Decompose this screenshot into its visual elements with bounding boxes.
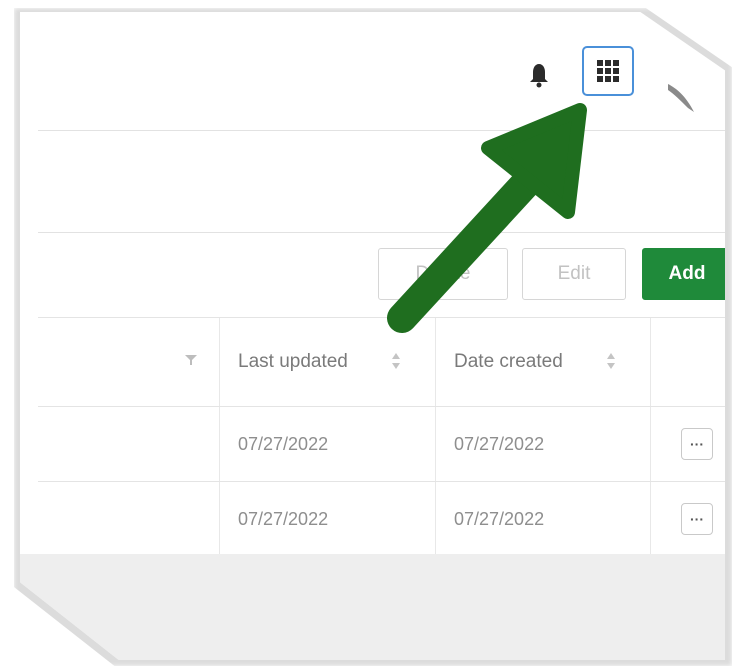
app-panel: Delete Edit Add Last updated Date create…	[20, 12, 725, 660]
more-options-button[interactable]: ···	[681, 503, 713, 535]
screenshot-canvas: Delete Edit Add Last updated Date create…	[0, 0, 741, 672]
column-header-last-updated[interactable]: Last updated	[219, 318, 435, 406]
filter-icon[interactable]	[185, 354, 197, 366]
empty-footer-area	[20, 554, 725, 660]
name-cell	[38, 407, 219, 481]
table-row[interactable]: 07/27/2022 07/27/2022 ···	[38, 407, 725, 482]
data-table: Last updated Date created 07/27/2022 07/…	[38, 317, 725, 557]
top-bar	[20, 12, 725, 130]
add-button[interactable]: Add	[642, 248, 725, 300]
more-options-button[interactable]: ···	[681, 428, 713, 460]
date-created-cell: 07/27/2022	[435, 482, 650, 556]
date-created-cell: 07/27/2022	[435, 407, 650, 481]
section-divider	[38, 232, 725, 233]
column-label-date-created: Date created	[454, 351, 563, 372]
table-row[interactable]: 07/27/2022 07/27/2022 ···	[38, 482, 725, 557]
name-cell	[38, 482, 219, 556]
sort-icon[interactable]	[606, 352, 616, 370]
apps-grid-icon	[597, 60, 619, 82]
last-updated-cell: 07/27/2022	[219, 482, 435, 556]
header-divider	[38, 130, 725, 131]
sort-icon[interactable]	[391, 352, 401, 370]
last-updated-cell: 07/27/2022	[219, 407, 435, 481]
avatar[interactable]	[668, 78, 708, 118]
column-header-date-created[interactable]: Date created	[435, 318, 650, 406]
column-label-last-updated: Last updated	[238, 351, 348, 372]
table-header-row: Last updated Date created	[38, 317, 725, 407]
apps-grid-button[interactable]	[582, 46, 634, 96]
column-header-name[interactable]	[38, 318, 219, 406]
edit-button[interactable]: Edit	[522, 248, 626, 300]
delete-button[interactable]: Delete	[378, 248, 508, 300]
bell-icon[interactable]	[529, 62, 549, 88]
